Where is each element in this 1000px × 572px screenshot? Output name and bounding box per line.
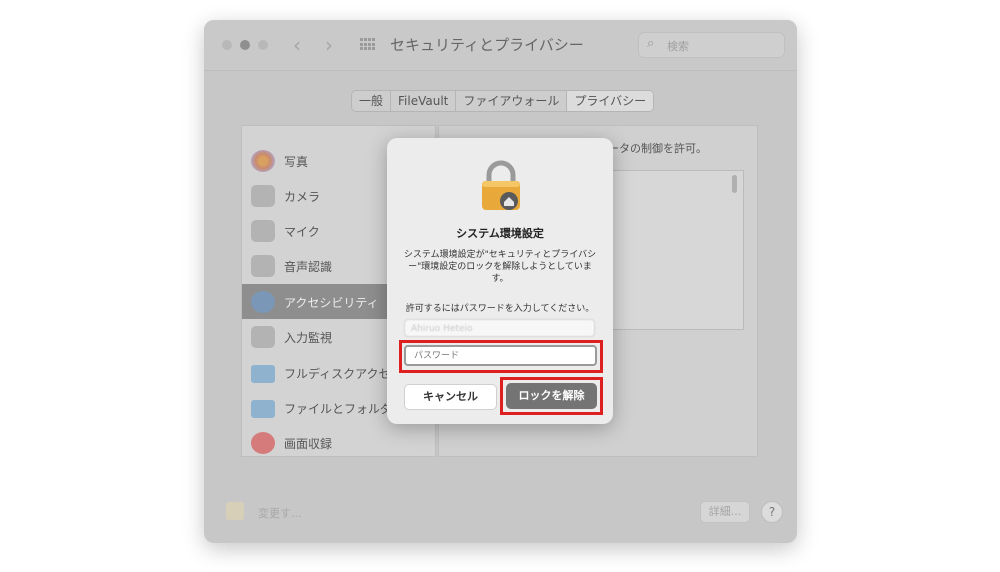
tab-filevault[interactable]: FileVault (391, 91, 457, 111)
camera-icon (251, 185, 275, 207)
sidebar-item-label: カメラ (284, 190, 321, 204)
lock-icon[interactable] (226, 502, 244, 520)
tab-bar: 一般 FileVault ファイアウォール プライバシー (351, 90, 655, 112)
dialog-message: システム環境設定が"セキュリティとプライバシー"環境設定のロックを解除しようとし… (403, 250, 597, 284)
minimize-window-button[interactable] (240, 40, 250, 50)
folder-icon (251, 365, 275, 383)
password-field[interactable] (404, 345, 597, 366)
sidebar-item-screen-recording[interactable]: 画面収録 (242, 425, 435, 460)
advanced-button[interactable]: 詳細... (700, 501, 750, 523)
search-field[interactable]: ⌕ 検索 (638, 32, 785, 58)
back-arrow-icon[interactable]: ‹ (293, 32, 301, 58)
help-button[interactable]: ? (761, 501, 783, 523)
search-icon: ⌕ (647, 36, 655, 51)
close-window-button[interactable] (222, 40, 232, 50)
sidebar-item-label: フルディスクアクセス (284, 367, 403, 381)
sidebar-item-label: 画面収録 (284, 437, 333, 451)
sidebar-item-label: 音声認識 (284, 260, 333, 274)
folder-icon (251, 400, 275, 418)
screen-record-icon (251, 432, 275, 454)
dialog-prompt: 許可するにはパスワードを入力してください。 (405, 304, 595, 314)
unlock-button[interactable]: ロックを解除 (506, 383, 597, 409)
forward-arrow-icon[interactable]: › (325, 32, 333, 58)
sidebar-item-label: 写真 (284, 155, 309, 169)
padlock-icon (482, 160, 520, 210)
speech-recognition-icon (251, 255, 275, 277)
tab-general[interactable]: 一般 (352, 91, 392, 111)
unlock-dialog: システム環境設定 システム環境設定が"セキュリティとプライバシー"環境設定のロッ… (387, 138, 613, 424)
username-field[interactable]: Ahiruo Heteio (404, 319, 595, 337)
sidebar-item-label: アクセシビリティ (284, 296, 379, 310)
scrollbar[interactable] (732, 175, 737, 193)
zoom-window-button[interactable] (258, 40, 268, 50)
sidebar-item-label: ファイルとフォルダ (284, 402, 393, 416)
tab-privacy[interactable]: プライバシー (567, 91, 654, 111)
keyboard-icon (251, 326, 275, 348)
sidebar-item-label: マイク (284, 225, 320, 239)
search-placeholder: 検索 (667, 40, 689, 53)
cancel-button[interactable]: キャンセル (404, 384, 497, 410)
lock-status-text: 変更す... (258, 507, 302, 520)
sidebar-item-label: 入力監視 (284, 331, 333, 345)
accessibility-icon (251, 291, 275, 313)
show-all-grid-icon[interactable] (360, 38, 376, 51)
microphone-icon (251, 220, 275, 242)
title-bar: ‹ › セキュリティとプライバシー ⌕ 検索 (204, 20, 797, 71)
dialog-title: システム環境設定 (456, 227, 544, 240)
photos-icon (251, 150, 275, 172)
window-title: セキュリティとプライバシー (390, 36, 584, 54)
tab-firewall[interactable]: ファイアウォール (456, 91, 568, 111)
permission-description: ータの制御を許可。 (608, 142, 707, 155)
